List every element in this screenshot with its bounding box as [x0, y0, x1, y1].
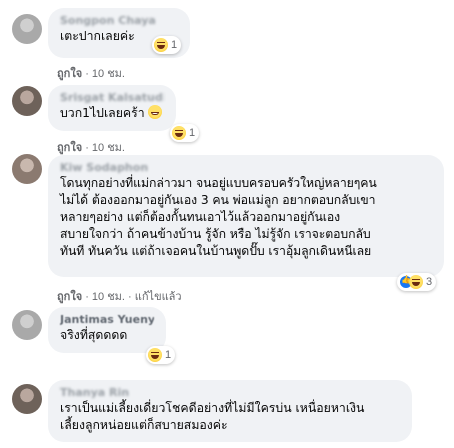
comment-bubble: Thanya Rin เราเป็นแม่เลี้ยงเดี่ยวโชคดีอย… — [48, 380, 412, 442]
like-link[interactable]: ถูกใจ — [57, 68, 82, 80]
reaction-count: 1 — [171, 39, 178, 51]
comment-author[interactable]: Srisgat Kalsatudin — [60, 91, 164, 105]
reaction-count: 1 — [165, 349, 172, 361]
separator: · — [82, 142, 92, 154]
reaction-count: 3 — [426, 276, 433, 288]
reaction-badge[interactable]: 1 — [152, 36, 182, 54]
comment-text: จริงที่สุดดดด — [60, 328, 128, 342]
reaction-count: 1 — [189, 127, 196, 139]
separator: · — [125, 291, 135, 303]
comment-actions: ถูกใจ · 10 ชม. — [57, 64, 125, 82]
comment-author[interactable]: Jantimas Yuenyong — [60, 313, 154, 327]
haha-emoji-icon — [148, 348, 162, 362]
timestamp[interactable]: 10 ชม. — [92, 68, 125, 80]
comment-author[interactable]: Kiw Sodaphon — [60, 161, 432, 175]
avatar[interactable] — [12, 14, 42, 44]
haha-emoji-icon — [409, 275, 423, 289]
separator: · — [82, 68, 92, 80]
avatar[interactable] — [12, 154, 42, 184]
avatar[interactable] — [12, 384, 42, 414]
comment-bubble: Kiw Sodaphon โดนทุกอย่างที่แม่กล่าวมา จน… — [48, 155, 444, 277]
reaction-badge[interactable]: 1 — [170, 124, 200, 142]
avatar[interactable] — [12, 310, 42, 340]
haha-emoji-icon — [172, 126, 186, 140]
haha-emoji-icon — [154, 38, 168, 52]
separator: · — [82, 291, 92, 303]
comment-author[interactable]: Thanya Rin — [60, 386, 400, 400]
timestamp[interactable]: 10 ชม. — [92, 291, 125, 303]
comment-text: บวก1ไปเลยคร้า — [60, 105, 164, 122]
like-link[interactable]: ถูกใจ — [57, 142, 82, 154]
grin-emoji-icon — [147, 105, 162, 119]
comment-text-content: บวก1ไปเลยคร้า — [60, 106, 145, 120]
comment-bubble: Srisgat Kalsatudin บวก1ไปเลยคร้า — [48, 85, 176, 131]
edited-label[interactable]: แก้ไขแล้ว — [135, 291, 182, 303]
reaction-badge[interactable]: 1 — [146, 346, 176, 364]
comment-actions: ถูกใจ · 10 ชม. — [57, 138, 125, 156]
comment-actions: ถูกใจ · 10 ชม. · แก้ไขแล้ว — [57, 287, 182, 305]
comment-text: โดนทุกอย่างที่แม่กล่าวมา จนอยู่แบบครอบคร… — [60, 176, 377, 258]
avatar[interactable] — [12, 86, 42, 116]
like-link[interactable]: ถูกใจ — [57, 291, 82, 303]
comment-bubble: Jantimas Yuenyong จริงที่สุดดดด — [48, 307, 166, 353]
timestamp[interactable]: 10 ชม. — [92, 142, 125, 154]
comment-author[interactable]: Songpon Chaya — [60, 14, 178, 28]
comment-text: เราเป็นแม่เลี้ยงเดี่ยวโชคดีอย่างที่ไม่มี… — [60, 401, 365, 432]
reaction-badge[interactable]: 3 — [397, 273, 437, 291]
